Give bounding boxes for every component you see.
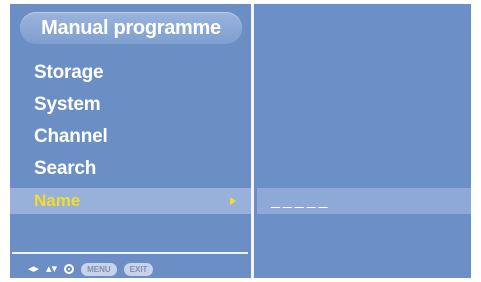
menu-item-name-label: Name bbox=[34, 191, 81, 210]
footer-divider bbox=[12, 252, 248, 254]
up-down-arrows-icon: ▴▾ bbox=[46, 263, 58, 275]
value-panel: _____ bbox=[257, 4, 471, 278]
exit-key-hint: EXIT bbox=[123, 262, 154, 276]
name-value-text: _____ bbox=[271, 192, 331, 209]
menu-item-storage[interactable]: Storage bbox=[34, 61, 104, 85]
osd-screen: Manual programme Storage System Channel … bbox=[10, 4, 471, 278]
menu-panel: Manual programme Storage System Channel … bbox=[10, 4, 254, 278]
menu-title: Manual programme bbox=[20, 12, 242, 44]
menu-item-channel[interactable]: Channel bbox=[34, 125, 108, 149]
left-right-arrows-icon: ◂▸ bbox=[28, 263, 40, 275]
name-value-field[interactable]: _____ bbox=[257, 188, 471, 214]
ok-circle-icon bbox=[64, 264, 75, 274]
menu-item-name[interactable]: Name bbox=[10, 188, 251, 214]
menu-key-hint: MENU bbox=[81, 262, 117, 276]
navigation-hints: ◂▸ ▴▾ MENU EXIT bbox=[28, 260, 154, 278]
menu-item-search[interactable]: Search bbox=[34, 157, 96, 181]
submenu-arrow-icon bbox=[230, 197, 236, 205]
menu-item-system[interactable]: System bbox=[34, 93, 101, 117]
